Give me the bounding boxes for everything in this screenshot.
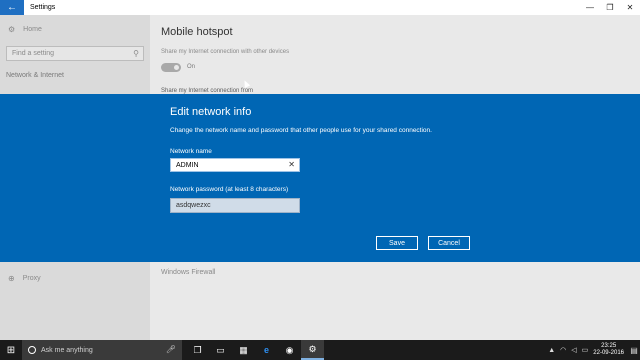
back-arrow-icon: ← xyxy=(7,2,17,13)
cortana-search-box[interactable]: Ask me anything 🎤︎ xyxy=(22,340,182,360)
system-tray: ▲ ◠ ◁ ▭ 23:25 22-09-2016 ▤ xyxy=(548,340,640,360)
page-title: Mobile hotspot xyxy=(161,26,233,38)
dialog-title: Edit network info xyxy=(170,106,252,118)
cancel-button[interactable]: Cancel xyxy=(428,236,470,250)
find-setting-input[interactable]: Find a setting ⚲ xyxy=(6,46,144,61)
taskbar-pinned-apps: ❐ ▭ ▦ e ◉ ⚙ xyxy=(186,340,324,360)
clock[interactable]: 23:25 22-09-2016 xyxy=(593,343,624,357)
hotspot-toggle[interactable] xyxy=(161,63,181,72)
network-name-value: ADMIN xyxy=(176,161,199,169)
dialog-description: Change the network name and password tha… xyxy=(170,127,432,134)
task-view-icon[interactable]: ❐ xyxy=(186,340,209,360)
file-explorer-icon[interactable]: ▭ xyxy=(209,340,232,360)
microphone-icon[interactable]: 🎤︎ xyxy=(166,345,176,354)
edit-network-dialog: Edit network info Change the network nam… xyxy=(0,94,640,262)
clear-icon[interactable]: ✕ xyxy=(288,160,295,169)
app-title: Settings xyxy=(30,4,56,11)
cortana-placeholder: Ask me anything xyxy=(41,346,93,354)
windows-firewall-link[interactable]: Windows Firewall xyxy=(161,269,215,276)
windows-logo-icon: ⊞ xyxy=(6,344,16,356)
sidebar-item-label: Home xyxy=(23,26,42,33)
sidebar-section-title: Network & Internet xyxy=(6,72,64,79)
network-password-input[interactable]: asdqwezxc xyxy=(170,198,300,213)
search-icon: ⚲ xyxy=(133,49,139,58)
store-icon[interactable]: ▦ xyxy=(232,340,255,360)
share-description: Share my Internet connection with other … xyxy=(161,49,290,55)
wifi-icon[interactable]: ◠ xyxy=(560,346,566,354)
volume-icon[interactable]: ◁ xyxy=(571,346,576,354)
settings-icon[interactable]: ⚙ xyxy=(301,340,324,360)
cortana-icon xyxy=(28,346,36,354)
action-center-icon[interactable]: ▤ xyxy=(628,340,640,360)
chrome-icon[interactable]: ◉ xyxy=(278,340,301,360)
clock-time: 23:25 xyxy=(601,343,617,349)
gear-icon: ⚙ xyxy=(8,25,16,34)
search-placeholder: Find a setting xyxy=(12,50,55,57)
close-button[interactable]: ✕ xyxy=(620,0,640,15)
window-controls: — ❐ ✕ xyxy=(580,0,640,15)
back-button[interactable]: ← xyxy=(0,0,24,15)
keyboard-icon[interactable]: ▭ xyxy=(582,346,589,354)
edge-icon[interactable]: e xyxy=(255,340,278,360)
minimize-button[interactable]: — xyxy=(580,0,600,15)
title-bar: ← Settings — ❐ ✕ xyxy=(0,0,640,15)
network-name-label: Network name xyxy=(170,148,212,155)
network-icon[interactable]: ▲ xyxy=(548,347,555,354)
network-name-input[interactable]: ADMIN ✕ xyxy=(170,158,300,172)
globe-icon: ⊕ xyxy=(8,274,15,283)
start-button[interactable]: ⊞ xyxy=(0,340,22,360)
save-button[interactable]: Save xyxy=(376,236,418,250)
sidebar-item-label: Proxy xyxy=(22,275,41,282)
toggle-state-label: On xyxy=(187,64,196,70)
sidebar-item-home[interactable]: ⚙ Home xyxy=(8,25,42,34)
sidebar-item-proxy[interactable]: ⊕ Proxy xyxy=(8,274,41,283)
clock-date: 22-09-2016 xyxy=(593,350,624,356)
maximize-button[interactable]: ❐ xyxy=(600,0,620,15)
taskbar: ⊞ Ask me anything 🎤︎ ❐ ▭ ▦ e ◉ ⚙ ▲ ◠ ◁ ▭… xyxy=(0,340,640,360)
network-password-label: Network password (at least 8 characters) xyxy=(170,186,289,193)
network-password-value: asdqwezxc xyxy=(176,202,211,209)
